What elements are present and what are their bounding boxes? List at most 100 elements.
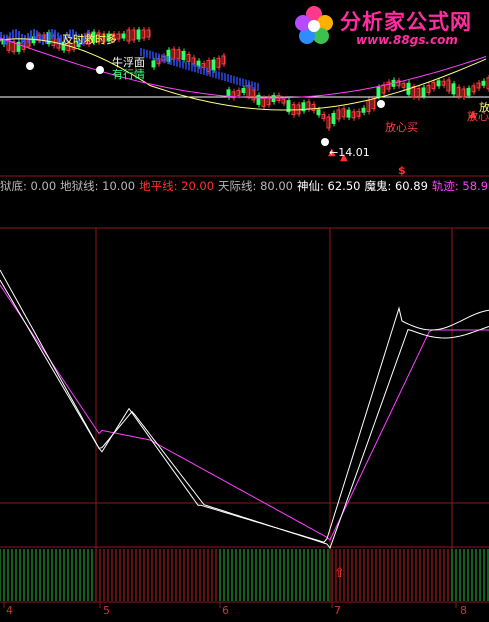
demon-line xyxy=(0,279,489,550)
signal-dot xyxy=(321,138,329,146)
candle-body xyxy=(121,33,126,39)
logo-title: 分析家公式网 xyxy=(340,10,472,34)
trend-band xyxy=(155,52,157,61)
candle-body xyxy=(436,80,441,87)
candle-body xyxy=(151,60,156,68)
candle-body xyxy=(136,29,141,40)
trend-band xyxy=(236,76,238,85)
indicator-item: 神仙: 62.50 xyxy=(297,179,361,193)
candle-body xyxy=(451,83,456,95)
x-axis-label: 8 xyxy=(460,604,467,617)
trend-band xyxy=(218,71,220,80)
indicator-item: 轨迹: 58.91 xyxy=(431,179,489,193)
candle-body xyxy=(316,109,321,116)
trend-band xyxy=(221,72,223,81)
trend-band xyxy=(27,33,29,44)
x-axis-label: 6 xyxy=(222,604,229,617)
trend-band xyxy=(251,81,253,90)
oscillator-panel xyxy=(0,269,489,550)
trend-band xyxy=(182,60,184,69)
signal-dot xyxy=(96,66,104,74)
indicator-legend: 狱底: 0.00 地狱线: 10.00 地平线: 20.00 天际线: 80.00 神仙… xyxy=(0,178,489,195)
trend-band xyxy=(200,66,202,74)
trend-band xyxy=(248,80,250,89)
trend-band xyxy=(152,51,154,60)
trend-band xyxy=(24,34,26,45)
trend-band xyxy=(215,70,217,79)
candle-body xyxy=(211,59,216,71)
signal-dot xyxy=(26,62,34,70)
trend-band xyxy=(164,55,166,64)
trend-band xyxy=(188,62,190,71)
trend-band xyxy=(227,74,229,83)
candle-body xyxy=(256,94,261,105)
trend-band xyxy=(197,65,199,74)
trend-band xyxy=(206,67,208,76)
trend-band xyxy=(54,29,56,40)
trend-band xyxy=(161,54,163,63)
trend-band xyxy=(203,66,205,75)
candle-body xyxy=(346,109,351,118)
signal-strip: ⇧ xyxy=(0,549,489,601)
x-axis-label: 4 xyxy=(6,604,13,617)
trend-band xyxy=(15,29,17,40)
buy-arrow-icon: ⇧ xyxy=(334,566,345,581)
trend-band xyxy=(209,68,211,77)
trend-band xyxy=(194,64,196,73)
signal-dot xyxy=(377,100,385,108)
trend-band xyxy=(36,30,38,41)
trend-band xyxy=(242,78,244,87)
indicator-item: 天际线: 80.00 xyxy=(218,179,293,193)
candle-body xyxy=(241,88,246,94)
immortal-line xyxy=(0,269,489,543)
logo-url: www.88gs.com xyxy=(356,33,458,47)
candle-body xyxy=(481,80,486,86)
trend-band xyxy=(45,33,47,44)
trend-band xyxy=(48,31,50,42)
candle-body xyxy=(361,107,366,113)
candle-body xyxy=(181,50,186,60)
trend-band xyxy=(149,50,151,59)
trajectory-line xyxy=(0,284,489,541)
trend-band xyxy=(57,32,59,43)
trend-band xyxy=(230,75,232,83)
signal-label: 放心 xyxy=(479,101,489,114)
trend-band xyxy=(173,57,175,66)
trend-band xyxy=(12,29,14,40)
indicator-item: 魔鬼: 60.89 xyxy=(364,179,428,193)
trend-band xyxy=(51,29,53,40)
trend-band xyxy=(224,73,226,82)
trend-band xyxy=(146,49,148,58)
trend-band xyxy=(191,63,193,72)
candle-body xyxy=(376,86,381,97)
indicator-item: 狱底: 0.00 xyxy=(0,179,57,193)
trend-band xyxy=(0,32,2,42)
trend-band xyxy=(18,31,20,42)
trend-band xyxy=(33,29,35,40)
x-axis-label: 5 xyxy=(103,604,110,617)
flower-logo-icon xyxy=(295,6,333,44)
trend-band xyxy=(254,82,256,91)
trend-band xyxy=(257,83,259,92)
trend-band xyxy=(170,57,172,65)
chart-canvas: ▲ ▲▲ ⇧ xyxy=(0,27,489,608)
candle-body xyxy=(271,95,276,103)
trend-band xyxy=(185,61,187,70)
signal-label: 及时救时多 xyxy=(62,33,117,46)
trend-band xyxy=(245,79,247,88)
indicator-item: 地狱线: 10.00 xyxy=(60,179,136,193)
candle-body xyxy=(421,87,426,97)
candle-body xyxy=(466,87,471,96)
indicator-item: 地平线: 20.00 xyxy=(139,179,215,193)
chart-grid xyxy=(0,175,489,608)
candle-body xyxy=(331,112,336,124)
site-logo: 分析家公式网 www.88gs.com xyxy=(292,4,484,50)
x-axis-label: 7 xyxy=(334,604,341,617)
trend-band xyxy=(212,69,214,78)
trend-band xyxy=(39,33,41,44)
trend-band xyxy=(167,56,169,65)
signal-label: 放心买 xyxy=(385,121,418,134)
trend-band xyxy=(179,59,181,68)
low-price-label: ←14.01 xyxy=(329,146,370,159)
trend-band xyxy=(176,58,178,67)
